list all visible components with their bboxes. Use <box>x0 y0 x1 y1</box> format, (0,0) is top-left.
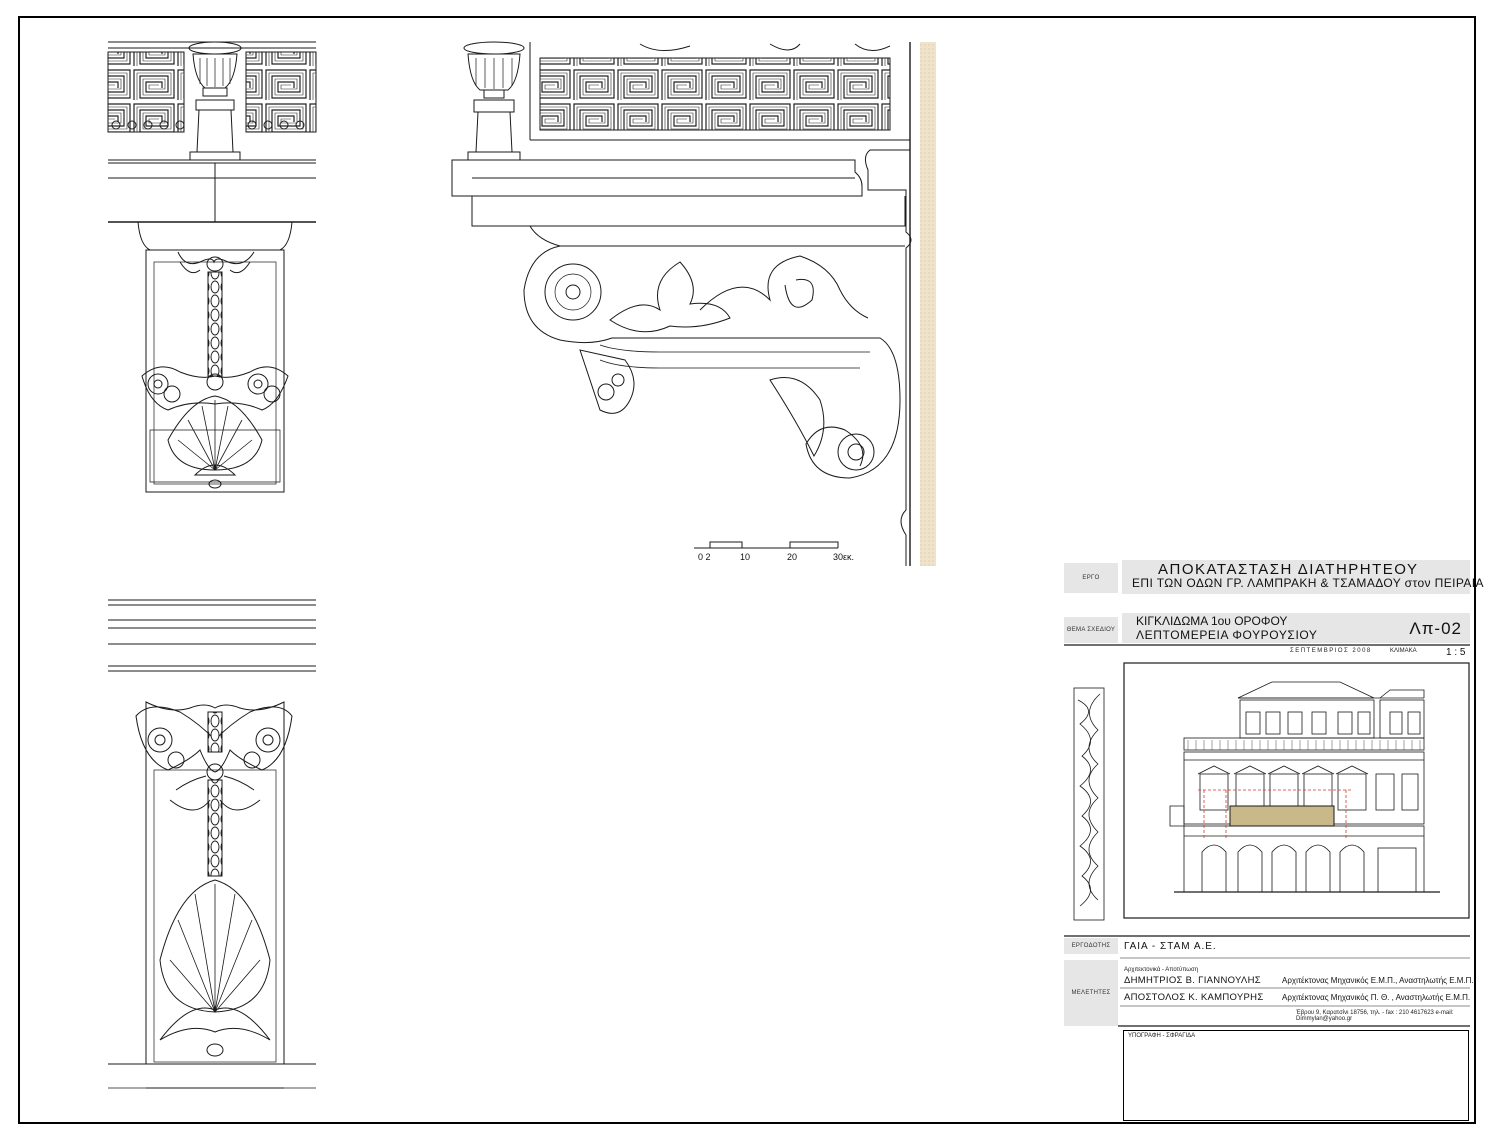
subject-box: ΚΙΓΚΛΙΔΩΜΑ 1ου ΟΡΟΦΟΥ ΛΕΠΤΟΜΕΡΕΙΑ ΦΟΥΡΟΥ… <box>1122 613 1470 643</box>
project-title-box: ΑΠΟΚΑΤΑΣΤΑΣΗ ΔΙΑΤΗΡΗΤΕΟΥ ΕΠΙ ΤΩΝ ΟΔΩΝ ΓΡ… <box>1122 560 1484 594</box>
designers-address: Έβρου 9, Καρατσίνι 18756, τηλ. - fax : 2… <box>1296 1010 1454 1022</box>
subject-line2: ΛΕΠΤΟΜΕΡΕΙΑ ΦΟΥΡΟΥΣΙΟΥ <box>1136 628 1318 642</box>
client-name: ΓΑΙΑ - ΣΤΑΜ Α.Ε. <box>1124 941 1217 952</box>
drawing-date: ΣΕΠΤΕΜΒΡΙΟΣ 2008 <box>1290 648 1372 654</box>
client-label: ΕΡΓΟΔΟΤΗΣ <box>1064 938 1118 954</box>
scale-value: 1 : 5 <box>1446 647 1466 658</box>
project-title-line2: ΕΠΙ ΤΩΝ ΟΔΩΝ ΓΡ. ΛΑΜΠΡΑΚΗ & ΤΣΑΜΑΔΟΥ στο… <box>1132 576 1484 590</box>
signature-label: ΥΠΟΓΡΑΦΗ - ΣΦΡΑΓΙΔΑ <box>1128 1033 1196 1039</box>
scale-label-0: 0 2 <box>698 552 711 562</box>
designer2-name: ΑΠΟΣΤΟΛΟΣ Κ. ΚΑΜΠΟΥΡΗΣ <box>1124 992 1264 1003</box>
console-front-elevation <box>107 41 317 493</box>
console-face-elevation <box>108 599 316 1089</box>
scale-label-30: 30εκ. <box>833 552 855 562</box>
designers-label: ΜΕΛΕΤΗΤΕΣ <box>1064 960 1118 1026</box>
key-plan-facade <box>1123 662 1470 919</box>
scale-bar <box>694 541 839 549</box>
signature-box: ΥΠΟΓΡΑΦΗ - ΣΦΡΑΓΙΔΑ <box>1123 1030 1469 1121</box>
designer1-name: ΔΗΜΗΤΡΙΟΣ Β. ΓΙΑΝΝΟΥΛΗΣ <box>1124 975 1261 986</box>
designer2-title: Αρχιτέκτονας Μηχανικός Π. Θ. , Αναστηλωτ… <box>1282 993 1471 1002</box>
ornament-strip-thumbnail <box>1073 687 1105 921</box>
console-side-section <box>451 41 936 566</box>
subject-line1: ΚΙΓΚΛΙΔΩΜΑ 1ου ΟΡΟΦΟΥ <box>1136 614 1288 628</box>
drawing-code: Λπ-02 <box>1409 619 1462 638</box>
project-label: ΕΡΓΟ <box>1064 563 1118 593</box>
project-title-line1: ΑΠΟΚΑΤΑΣΤΑΣΗ ΔΙΑΤΗΡΗΤΕΟΥ <box>1158 561 1419 578</box>
scale-label-20: 20 <box>787 552 798 562</box>
scale-caption: ΚΛΙΜΑΚΑ <box>1390 648 1417 654</box>
designers-subtitle: Αρχιτεκτονικά - Αποτύπωση <box>1124 967 1199 973</box>
scale-label-10: 10 <box>740 552 751 562</box>
subject-label: ΘΕΜΑ ΣΧΕΔΙΟΥ <box>1064 617 1118 643</box>
designer1-title: Αρχιτέκτονας Μηχανικός Ε.Μ.Π., Αναστηλωτ… <box>1282 976 1474 985</box>
